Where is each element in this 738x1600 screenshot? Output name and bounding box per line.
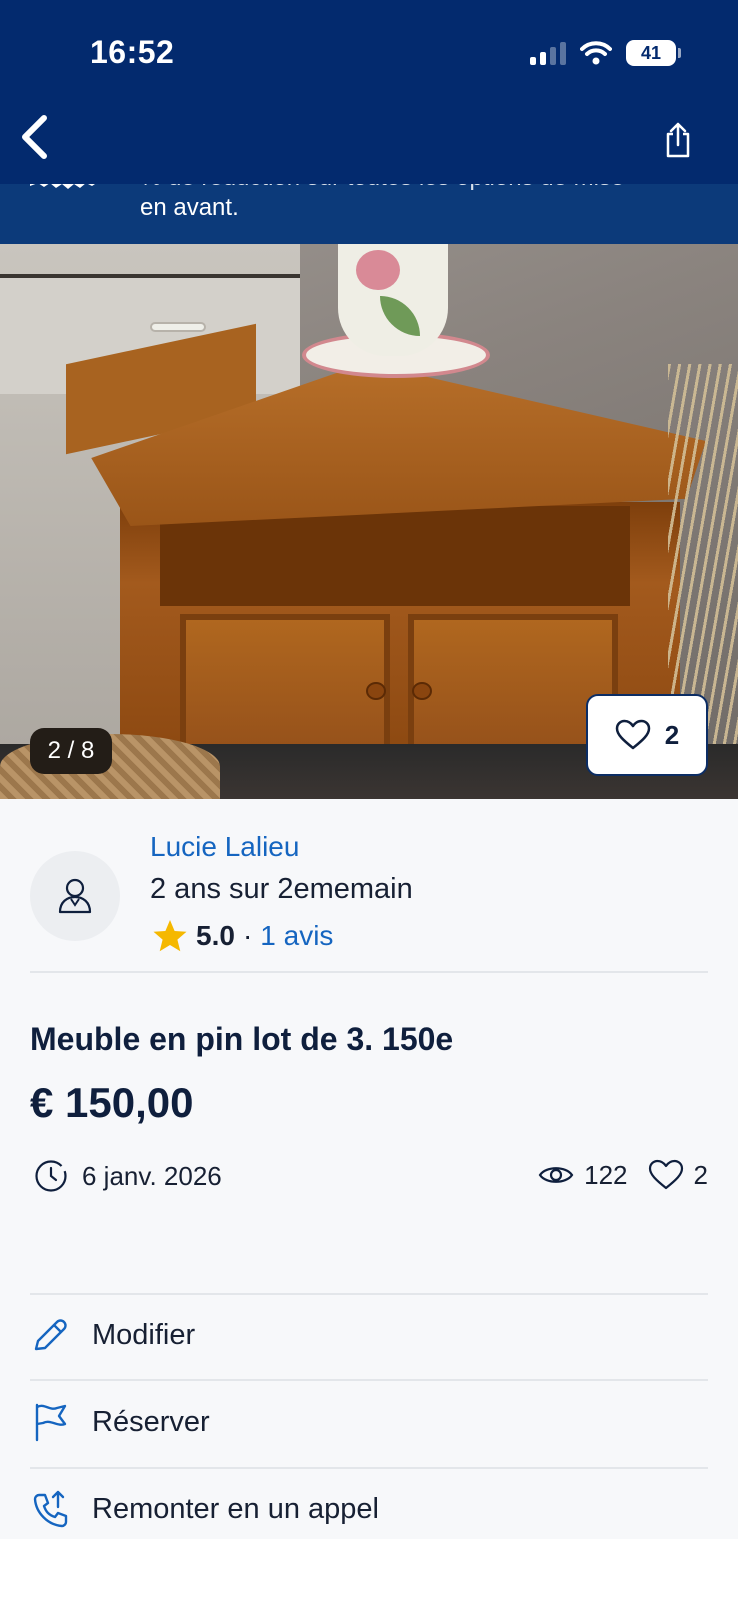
status-time: 16:52 bbox=[90, 34, 175, 70]
eye-icon bbox=[538, 1167, 574, 1183]
rating-score: 5.0 bbox=[196, 920, 235, 951]
clock-icon bbox=[35, 1160, 67, 1192]
reviews-link[interactable]: 1 avis bbox=[260, 920, 333, 952]
views-count: 122 bbox=[584, 1159, 628, 1190]
seller-rating: 5.0 · 1 avis bbox=[152, 919, 333, 953]
listing-date: 6 janv. 2026 bbox=[34, 1159, 222, 1193]
flag-icon bbox=[35, 1403, 67, 1442]
chevron-left-icon bbox=[22, 115, 47, 159]
listing-title: Meuble en pin lot de 3. 150e bbox=[30, 1021, 454, 1057]
status-icons: 41 bbox=[530, 40, 681, 66]
reserve-label: Réserver bbox=[92, 1405, 210, 1438]
avatar[interactable] bbox=[30, 851, 120, 941]
user-icon bbox=[58, 878, 92, 914]
date-text: 6 janv. 2026 bbox=[82, 1160, 222, 1191]
photo-counter: 2 / 8 bbox=[30, 728, 112, 774]
seller-membership: 2 ans sur 2ememain bbox=[150, 873, 413, 905]
listing-stats: 122 2 bbox=[538, 1159, 708, 1191]
battery-level: 41 bbox=[640, 42, 662, 63]
share-icon bbox=[666, 122, 690, 158]
favorite-button[interactable]: 2 bbox=[586, 694, 708, 776]
edit-action[interactable]: Modifier bbox=[30, 1291, 708, 1379]
seller-name-link[interactable]: Lucie Lalieu bbox=[150, 831, 299, 863]
bump-action[interactable]: Remonter en un appel bbox=[30, 1465, 708, 1553]
heart-outline-icon bbox=[648, 1159, 683, 1190]
listing-details: Lucie Lalieu 2 ans sur 2ememain 5.0 · 1 … bbox=[0, 799, 738, 1539]
favorite-count: 2 bbox=[664, 719, 680, 750]
bump-label: Remonter en un appel bbox=[92, 1492, 379, 1525]
phone-arrow-icon bbox=[33, 1490, 68, 1528]
edit-label: Modifier bbox=[92, 1318, 196, 1351]
share-button[interactable] bbox=[658, 116, 698, 164]
star-icon bbox=[153, 920, 187, 952]
reserve-action[interactable]: Réserver bbox=[30, 1378, 708, 1466]
promo-text-line2: en avant. bbox=[140, 194, 239, 221]
cellular-signal-icon bbox=[530, 41, 566, 65]
back-button[interactable] bbox=[14, 110, 54, 164]
wifi-icon bbox=[580, 41, 612, 65]
heart-icon bbox=[615, 719, 651, 750]
pencil-icon bbox=[34, 1319, 67, 1351]
rating-separator: · bbox=[242, 920, 253, 951]
listing-price: € 150,00 bbox=[30, 1079, 194, 1126]
divider bbox=[30, 971, 708, 973]
likes-count: 2 bbox=[693, 1159, 708, 1190]
top-bar: 16:52 41 bbox=[0, 0, 738, 184]
battery-icon: 41 bbox=[626, 40, 681, 66]
